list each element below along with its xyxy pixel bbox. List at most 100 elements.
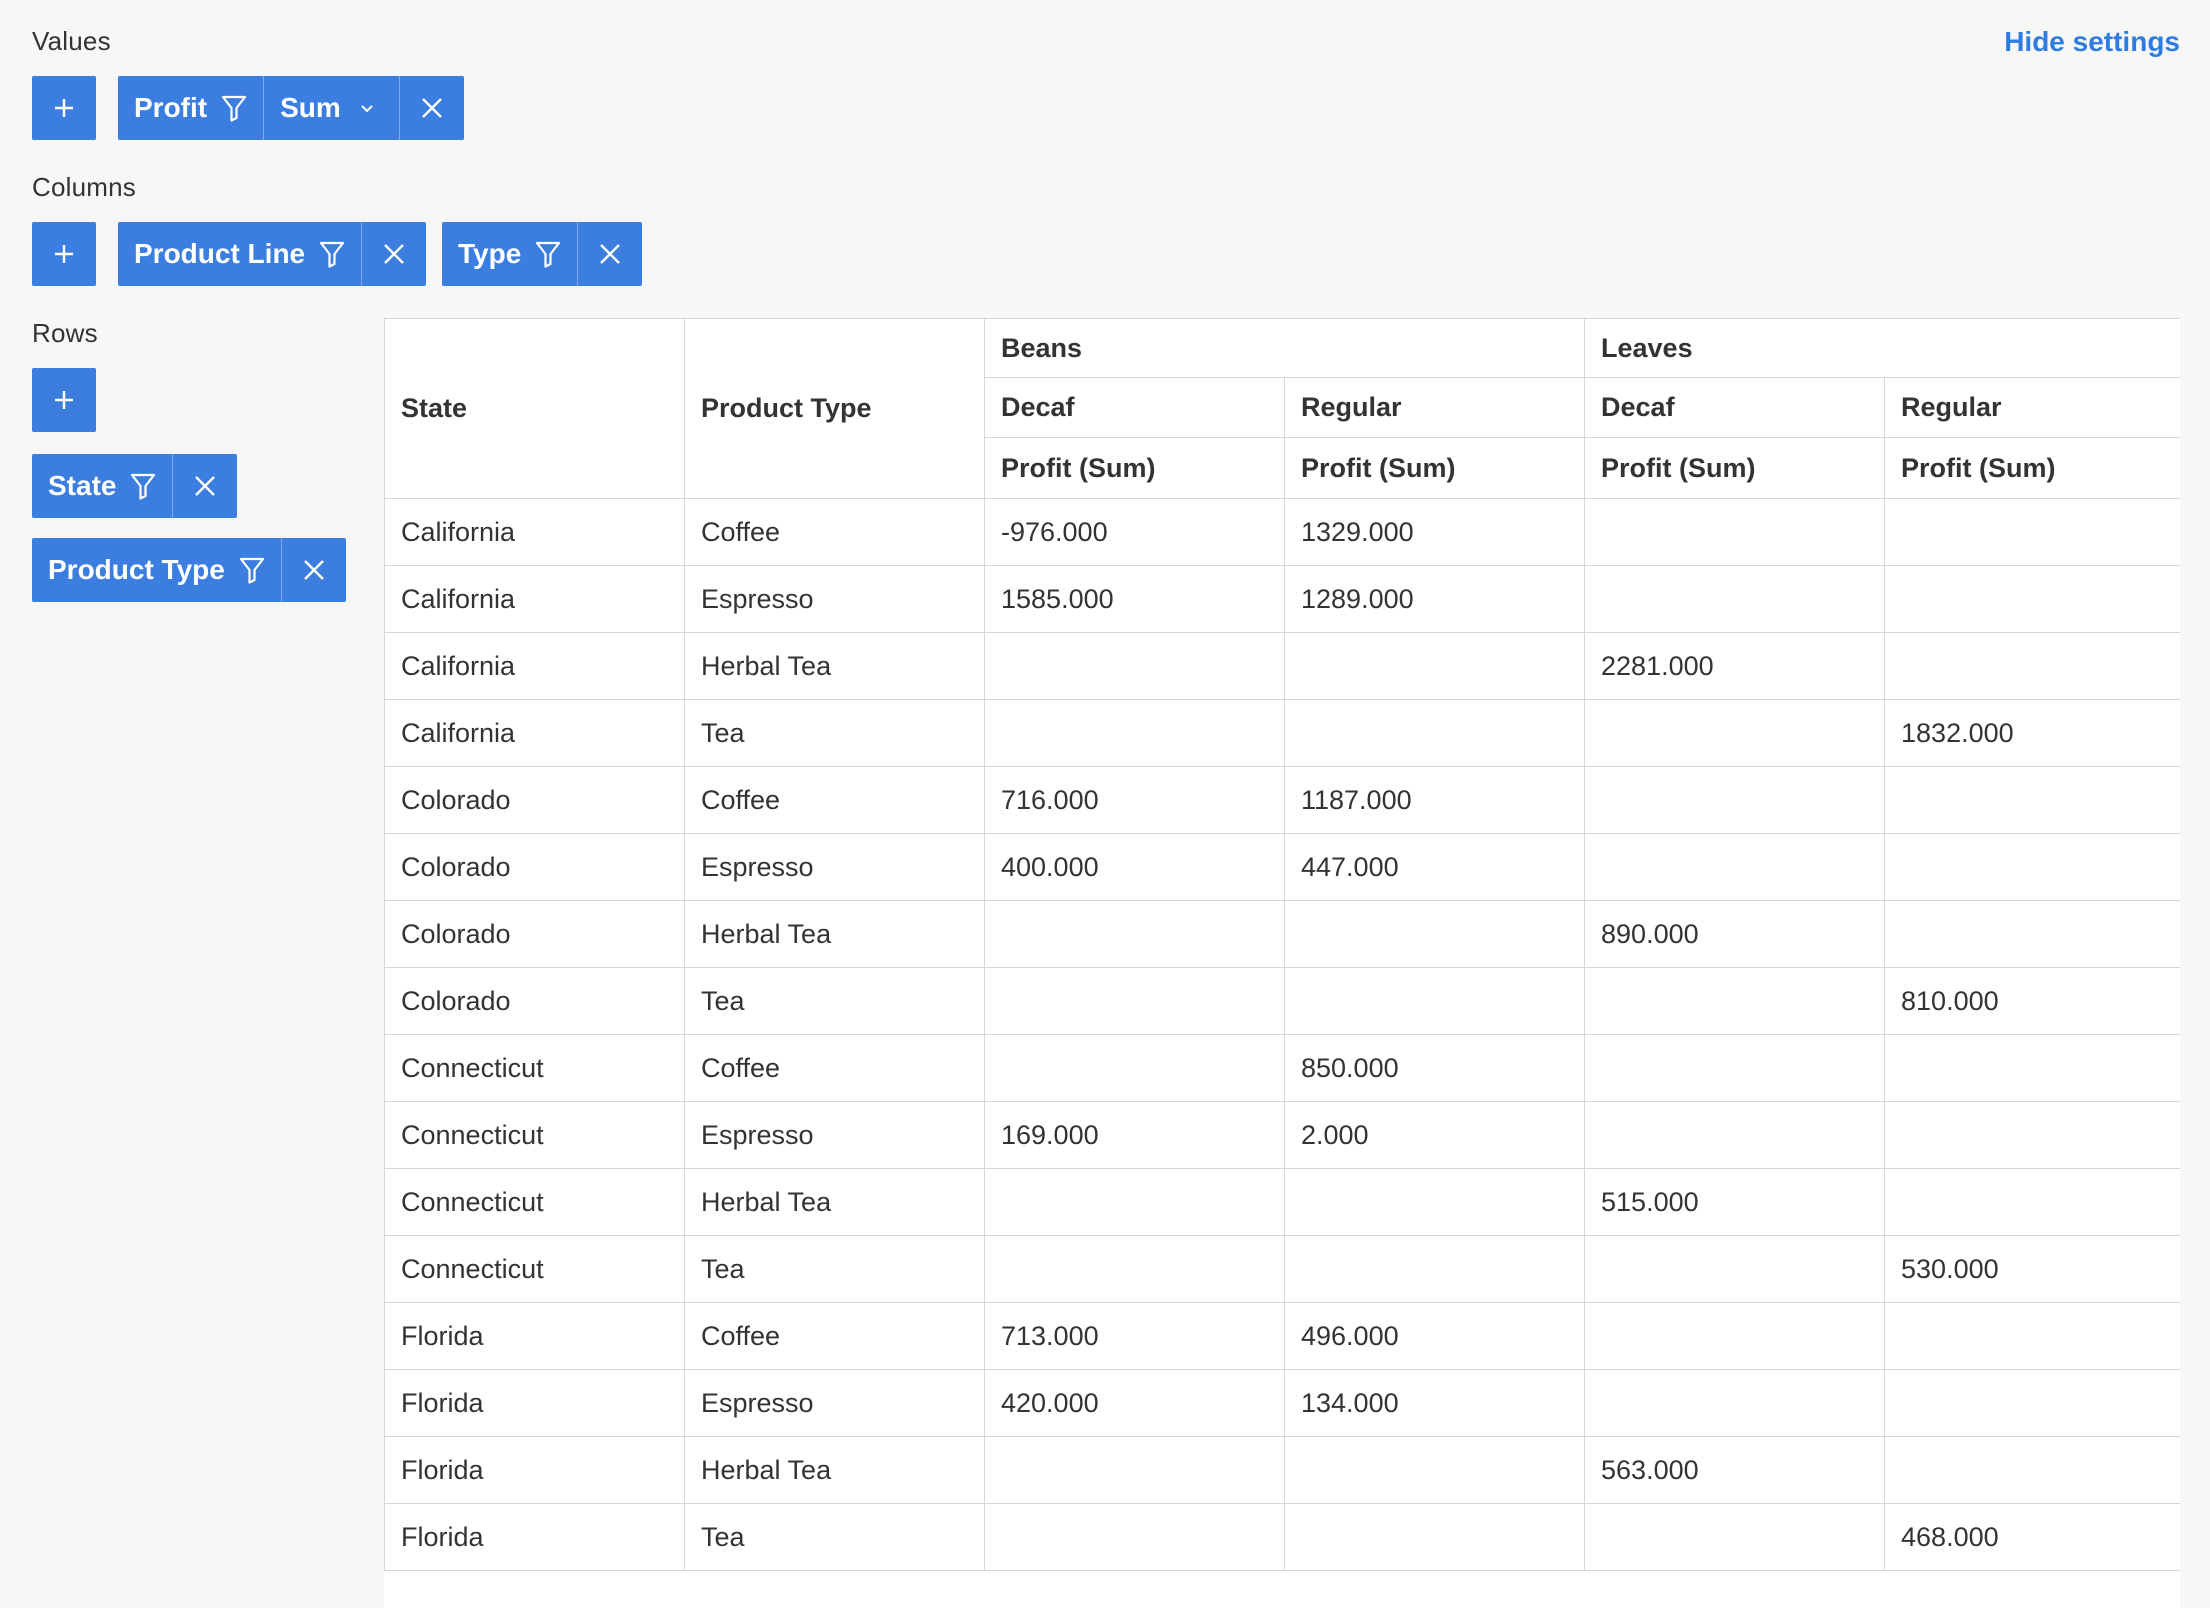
profit-cell[interactable] [1884,498,2180,566]
row-chip-product-type[interactable]: Product Type [32,538,346,602]
state-cell[interactable]: California [384,632,685,700]
state-cell[interactable]: Connecticut [384,1034,685,1102]
product-type-cell[interactable]: Coffee [684,1034,985,1102]
measure-header[interactable]: Profit (Sum) [1884,437,2180,499]
profit-cell[interactable] [984,1034,1285,1102]
row-header-product-type[interactable]: Product Type [684,318,985,499]
add-row-button[interactable] [32,368,96,432]
product-type-cell[interactable]: Espresso [684,565,985,633]
value-field-segment[interactable]: Profit [118,76,263,140]
state-cell[interactable]: Connecticut [384,1101,685,1169]
product-type-cell[interactable]: Coffee [684,498,985,566]
filter-icon[interactable] [319,240,345,268]
column-field-segment[interactable]: Type [442,222,577,286]
product-type-cell[interactable]: Tea [684,1235,985,1303]
profit-cell[interactable] [1584,766,1886,834]
column-type-header[interactable]: Regular [1283,377,1586,438]
profit-cell[interactable]: 1585.000 [984,565,1285,633]
profit-cell[interactable] [984,967,1285,1035]
profit-cell[interactable]: 1289.000 [1283,565,1586,633]
profit-cell[interactable] [1584,1101,1886,1169]
profit-cell[interactable] [984,900,1285,968]
profit-cell[interactable] [1283,632,1586,700]
column-group-header[interactable]: Leaves [1584,318,2180,378]
profit-cell[interactable] [1884,833,2180,901]
column-type-header[interactable]: Regular [1884,377,2180,438]
profit-cell[interactable]: 468.000 [1884,1503,2180,1571]
profit-cell[interactable] [1584,1369,1886,1437]
profit-cell[interactable]: 169.000 [984,1101,1285,1169]
profit-cell[interactable] [1283,1235,1586,1303]
profit-cell[interactable]: 713.000 [984,1302,1285,1370]
profit-cell[interactable]: 530.000 [1884,1235,2180,1303]
row-header-state[interactable]: State [384,318,685,499]
product-type-cell[interactable]: Tea [684,1503,985,1571]
measure-header[interactable]: Profit (Sum) [1584,437,1886,499]
profit-cell[interactable] [1283,1503,1586,1571]
state-cell[interactable]: Colorado [384,900,685,968]
state-cell[interactable]: Florida [384,1369,685,1437]
profit-cell[interactable] [1283,900,1586,968]
profit-cell[interactable] [1884,1369,2180,1437]
state-cell[interactable]: California [384,498,685,566]
product-type-cell[interactable]: Tea [684,967,985,1035]
profit-cell[interactable] [1584,1235,1886,1303]
profit-cell[interactable] [1584,565,1886,633]
profit-cell[interactable] [984,1168,1285,1236]
profit-cell[interactable] [1584,967,1886,1035]
profit-cell[interactable] [1584,1503,1886,1571]
filter-icon[interactable] [130,472,156,500]
profit-cell[interactable]: 447.000 [1283,833,1586,901]
column-type-header[interactable]: Decaf [1584,377,1886,438]
product-type-cell[interactable]: Herbal Tea [684,900,985,968]
remove-column-button[interactable] [361,222,426,286]
profit-cell[interactable] [1283,1168,1586,1236]
column-field-segment[interactable]: Product Line [118,222,361,286]
profit-cell[interactable]: 420.000 [984,1369,1285,1437]
profit-cell[interactable]: 2.000 [1283,1101,1586,1169]
value-chip-profit[interactable]: Profit Sum [118,76,464,140]
product-type-cell[interactable]: Coffee [684,1302,985,1370]
column-chip-type[interactable]: Type [442,222,643,286]
product-type-cell[interactable]: Tea [684,699,985,767]
state-cell[interactable]: Connecticut [384,1168,685,1236]
profit-cell[interactable]: -976.000 [984,498,1285,566]
profit-cell[interactable]: 1832.000 [1884,699,2180,767]
aggregation-dropdown[interactable]: Sum [263,76,399,140]
state-cell[interactable]: Colorado [384,967,685,1035]
product-type-cell[interactable]: Espresso [684,833,985,901]
profit-cell[interactable] [1884,900,2180,968]
profit-cell[interactable] [1584,1302,1886,1370]
row-chip-state[interactable]: State [32,454,238,518]
filter-icon[interactable] [239,556,265,584]
state-cell[interactable]: California [384,565,685,633]
state-cell[interactable]: California [384,699,685,767]
profit-cell[interactable]: 1329.000 [1283,498,1586,566]
profit-cell[interactable] [1884,632,2180,700]
profit-cell[interactable] [1283,699,1586,767]
product-type-cell[interactable]: Herbal Tea [684,1168,985,1236]
state-cell[interactable]: Florida [384,1436,685,1504]
profit-cell[interactable]: 134.000 [1283,1369,1586,1437]
product-type-cell[interactable]: Herbal Tea [684,632,985,700]
profit-cell[interactable] [1884,766,2180,834]
profit-cell[interactable] [984,632,1285,700]
row-field-segment[interactable]: Product Type [32,538,281,602]
filter-icon[interactable] [221,94,247,122]
add-value-button[interactable] [32,76,96,140]
state-cell[interactable]: Florida [384,1302,685,1370]
profit-cell[interactable] [1283,967,1586,1035]
profit-cell[interactable] [1884,1168,2180,1236]
measure-header[interactable]: Profit (Sum) [1283,437,1586,499]
hide-settings-link[interactable]: Hide settings [2004,26,2180,58]
profit-cell[interactable] [1884,1101,2180,1169]
profit-cell[interactable]: 716.000 [984,766,1285,834]
profit-cell[interactable]: 515.000 [1584,1168,1886,1236]
profit-cell[interactable]: 1187.000 [1283,766,1586,834]
column-group-header[interactable]: Beans [983,318,1586,378]
profit-cell[interactable] [984,1235,1285,1303]
profit-cell[interactable]: 400.000 [984,833,1285,901]
product-type-cell[interactable]: Espresso [684,1369,985,1437]
remove-column-button[interactable] [577,222,642,286]
profit-cell[interactable]: 890.000 [1584,900,1886,968]
